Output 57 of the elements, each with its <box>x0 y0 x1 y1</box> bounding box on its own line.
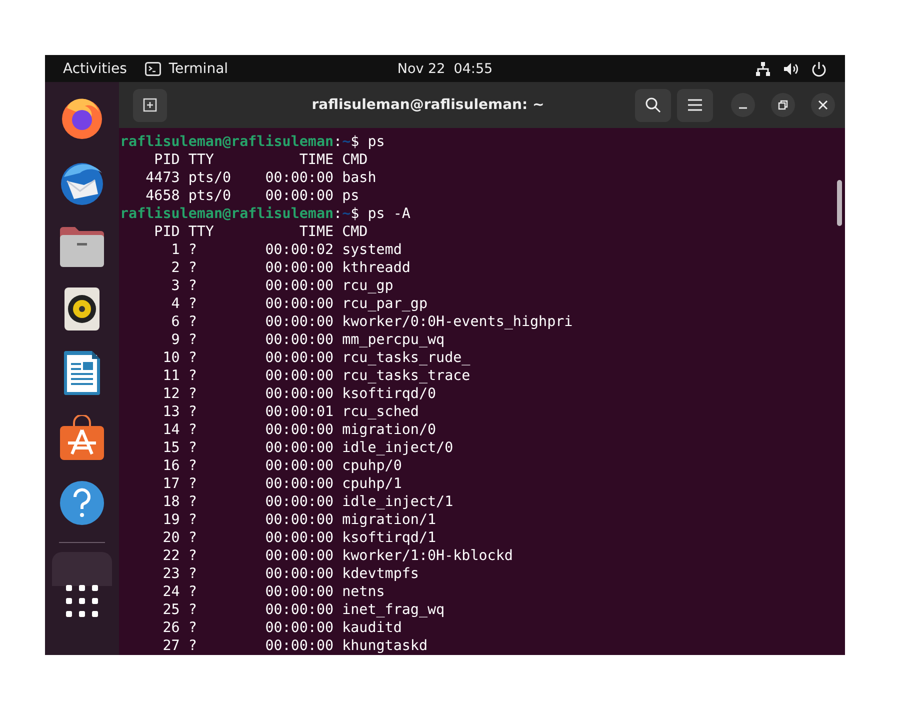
output-line: 2 ? 00:00:00 kthreadd <box>170 259 410 277</box>
output-line: 16 ? 00:00:00 cpuhp/0 <box>162 457 402 475</box>
search-button[interactable] <box>635 88 671 122</box>
volume-icon[interactable] <box>783 60 799 76</box>
output-line: 11 ? 00:00:00 rcu_tasks_trace <box>162 367 470 385</box>
output-line: 1 ? 00:00:02 systemd <box>170 241 402 259</box>
output-line: 13 ? 00:00:01 rcu_sched <box>162 403 419 421</box>
output-line: 26 ? 00:00:00 kauditd <box>162 619 402 637</box>
output-line: 17 ? 00:00:00 cpuhp/1 <box>162 475 402 493</box>
app-grid-icon[interactable] <box>66 585 98 617</box>
power-icon[interactable] <box>811 60 827 76</box>
output-line: 4 ? 00:00:00 rcu_par_gp <box>170 295 428 313</box>
output-line: 19 ? 00:00:00 migration/1 <box>162 511 436 529</box>
folder-icon[interactable] <box>59 226 105 268</box>
shopping-bag-icon[interactable] <box>59 415 105 461</box>
output-line: 20 ? 00:00:00 ksoftirqd/1 <box>162 529 436 547</box>
prompt-line: raflisuleman@raflisuleman:~$ ps <box>120 133 385 151</box>
output-line: 4473 pts/0 00:00:00 bash <box>144 169 376 187</box>
clock[interactable]: Nov 22 04:55 <box>397 60 493 76</box>
output-line: 15 ? 00:00:00 idle_inject/0 <box>162 439 454 457</box>
output-line: 6 ? 00:00:00 kworker/0:0H-events_highpri <box>170 313 573 331</box>
output-line: 24 ? 00:00:00 netns <box>162 583 385 601</box>
menu-button[interactable] <box>677 88 713 122</box>
minimize-button[interactable] <box>731 93 755 117</box>
terminal-icon <box>144 62 161 76</box>
output-line: 27 ? 00:00:00 khungtaskd <box>162 637 428 655</box>
output-line: 25 ? 00:00:00 inet_frag_wq <box>162 601 445 619</box>
activities-button[interactable]: Activities <box>45 60 145 76</box>
close-icon <box>818 100 828 110</box>
output-line: 18 ? 00:00:00 idle_inject/1 <box>162 493 454 511</box>
output-line: PID TTY TIME CMD <box>153 151 368 169</box>
output-line: 22 ? 00:00:00 kworker/1:0H-kblockd <box>162 547 513 565</box>
speaker-icon[interactable] <box>64 287 100 331</box>
output-line: 4658 pts/0 00:00:00 ps <box>144 187 360 205</box>
output-line: 12 ? 00:00:00 ksoftirqd/0 <box>162 385 436 403</box>
app-menu[interactable]: Terminal <box>144 60 228 76</box>
new-tab-icon <box>143 98 157 112</box>
output-line: PID TTY TIME CMD <box>153 223 368 241</box>
new-tab-button[interactable] <box>133 88 167 122</box>
prompt-line: raflisuleman@raflisuleman:~$ ps -A <box>120 205 410 223</box>
network-icon[interactable] <box>755 60 771 76</box>
output-line: 9 ? 00:00:00 mm_percpu_wq <box>170 331 445 349</box>
close-button[interactable] <box>811 93 835 117</box>
restore-icon <box>778 100 788 110</box>
search-icon <box>645 97 661 113</box>
output-line: 23 ? 00:00:00 kdevtmpfs <box>162 565 419 583</box>
output-line: 14 ? 00:00:00 migration/0 <box>162 421 436 439</box>
scrollbar-thumb[interactable] <box>837 180 842 226</box>
minimize-icon <box>739 107 747 109</box>
output-line: 10 ? 00:00:00 rcu_tasks_rude_ <box>162 349 470 367</box>
help-icon[interactable] <box>59 480 105 526</box>
output-line: 3 ? 00:00:00 rcu_gp <box>170 277 394 295</box>
maximize-button[interactable] <box>771 93 795 117</box>
terminal-area[interactable] <box>119 128 845 655</box>
menu-icon <box>688 99 702 111</box>
window-title: raflisuleman@raflisuleman: ~ <box>310 97 546 113</box>
document-icon[interactable] <box>63 350 101 396</box>
